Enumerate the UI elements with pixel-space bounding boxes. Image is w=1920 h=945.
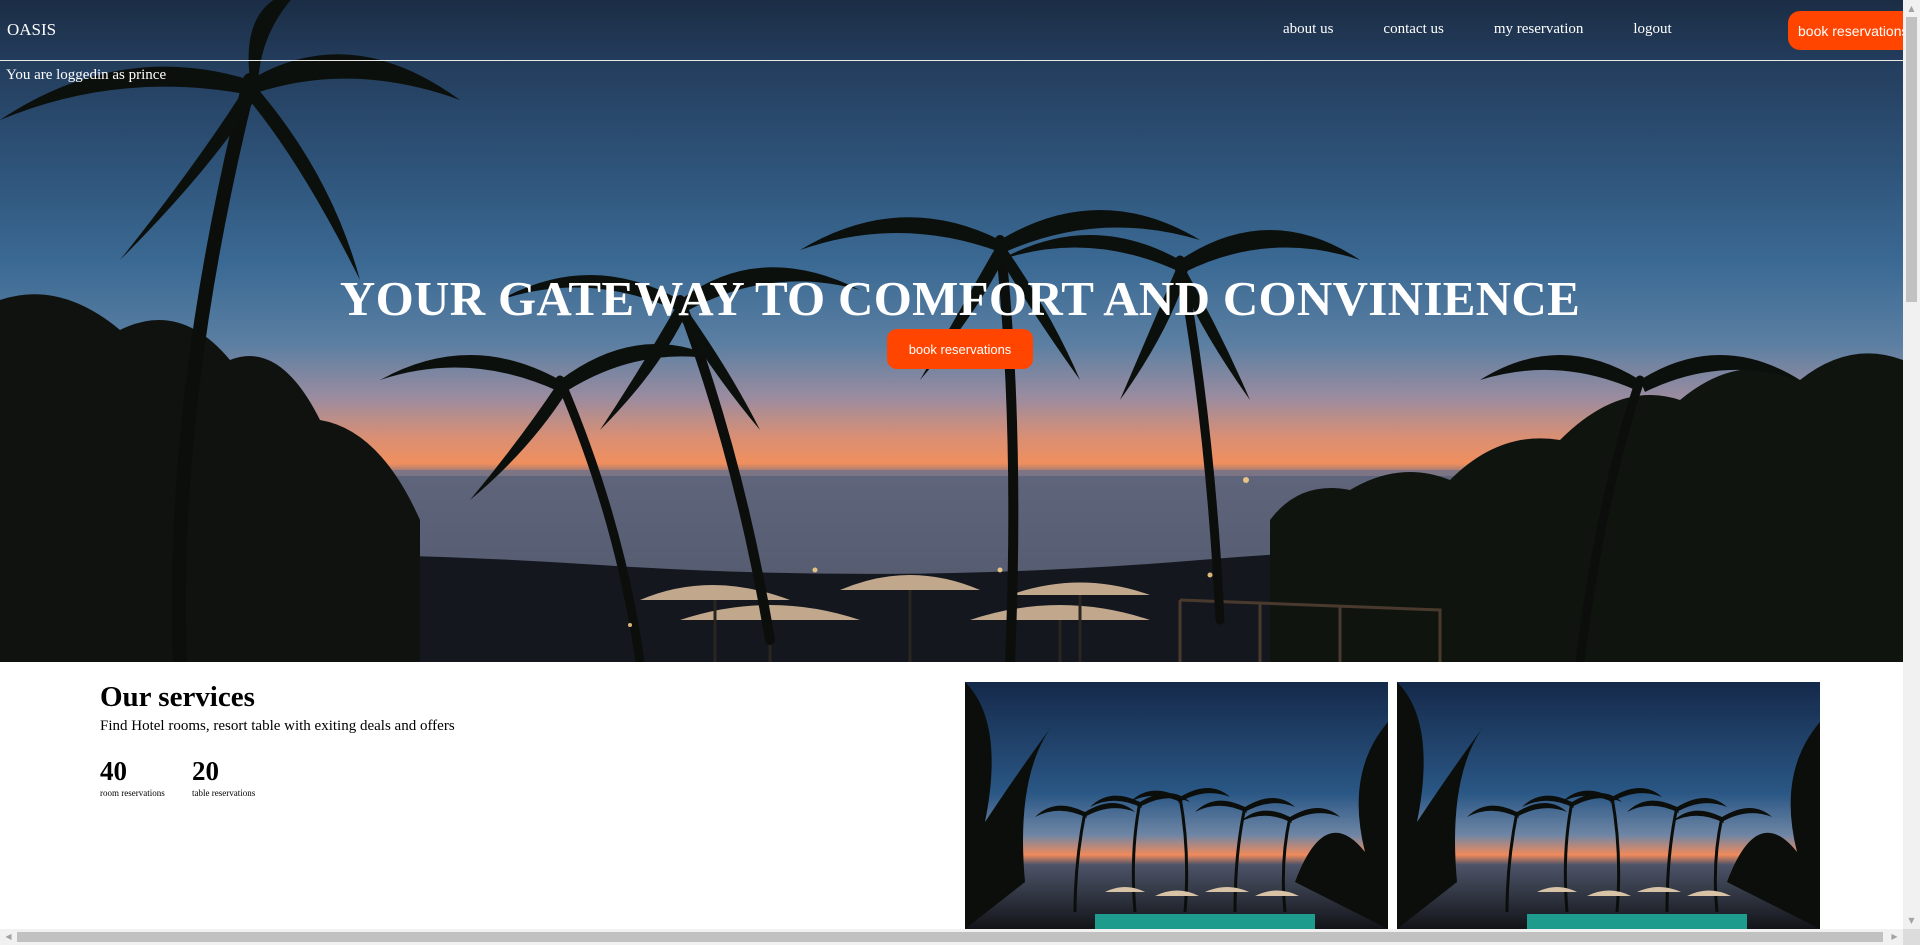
scroll-right-arrow-icon[interactable]: ▶ (1886, 929, 1903, 945)
horizontal-scrollbar[interactable]: ◀ ▶ (0, 929, 1903, 945)
scroll-down-arrow-icon[interactable]: ▼ (1903, 912, 1920, 929)
nav-link-logout[interactable]: logout (1633, 21, 1671, 38)
scroll-left-arrow-icon[interactable]: ◀ (0, 929, 17, 945)
nav-link-contact-us[interactable]: contact us (1383, 21, 1443, 38)
vertical-scrollbar-thumb[interactable] (1906, 17, 1917, 302)
vertical-scrollbar[interactable]: ▲ ▼ (1903, 0, 1920, 929)
login-status-text: You are loggedin as prince (6, 67, 167, 83)
nav-book-reservations-button[interactable]: book reservations (1788, 11, 1903, 50)
scroll-up-arrow-icon[interactable]: ▲ (1903, 0, 1920, 17)
hero-title: YOUR GATEWAY TO COMFORT AND CONVINIENCE (339, 271, 1581, 326)
resort-photo-icon (1397, 682, 1820, 929)
horizontal-scrollbar-thumb[interactable] (17, 932, 1883, 942)
hero-book-reservations-button[interactable]: book reservations (887, 329, 1033, 369)
services-section: Our services Find Hotel rooms, resort ta… (0, 662, 1903, 929)
page: OASIS about us contact us my reservation… (0, 0, 1920, 945)
stat-label: room reservations (100, 788, 165, 798)
stat-label: table reservations (192, 788, 256, 798)
stat-table-reservations: 20 table reservations (192, 756, 255, 798)
services-description: Find Hotel rooms, resort table with exit… (100, 718, 455, 734)
stat-room-reservations: 40 room reservations (100, 756, 165, 798)
services-title: Our services (100, 681, 255, 713)
service-image-2 (1397, 682, 1820, 929)
nav-links: about us contact us my reservation logou… (1283, 21, 1722, 38)
brand-logo[interactable]: OASIS (7, 20, 56, 40)
nav-link-about-us[interactable]: about us (1283, 21, 1333, 38)
stat-value: 40 (100, 756, 127, 786)
resort-photo-icon (965, 682, 1388, 929)
nav-link-my-reservation[interactable]: my reservation (1494, 21, 1584, 38)
hero-section: OASIS about us contact us my reservation… (0, 0, 1903, 662)
scrollbar-corner (1903, 929, 1920, 945)
service-image-1 (965, 682, 1388, 929)
stat-value: 20 (192, 756, 219, 786)
navbar: OASIS about us contact us my reservation… (0, 0, 1903, 61)
